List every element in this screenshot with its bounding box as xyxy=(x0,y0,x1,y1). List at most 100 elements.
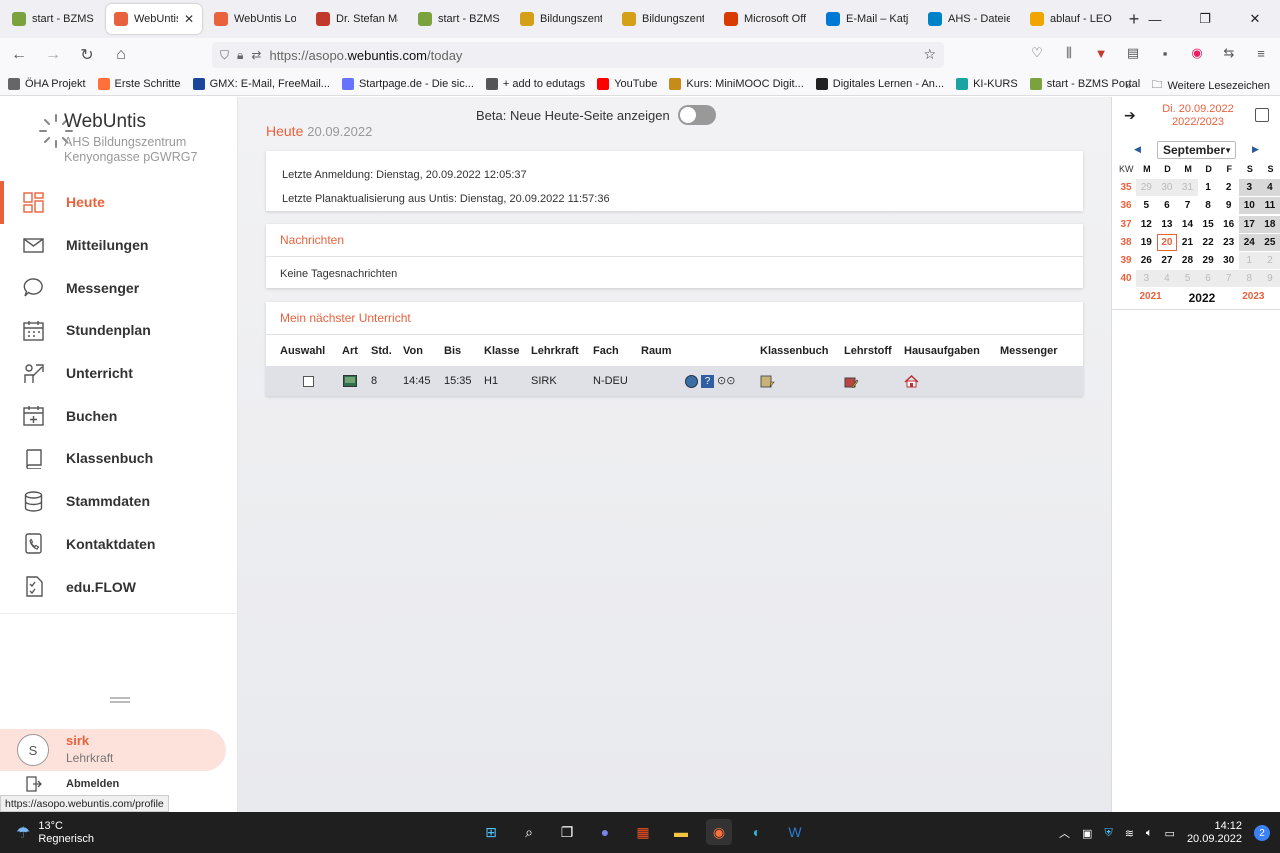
year-prev[interactable]: 2021 xyxy=(1139,291,1161,305)
help-icon[interactable]: ? xyxy=(701,374,714,388)
sidebar-item-stundenplan[interactable]: Stundenplan xyxy=(0,309,238,352)
bookmark-item[interactable]: ÖHA Projekt xyxy=(8,77,86,90)
calendar-day[interactable]: 6 xyxy=(1197,270,1219,288)
calendar-day[interactable]: 2 xyxy=(1259,252,1280,270)
shield-icon[interactable]: ⛉ xyxy=(220,48,229,63)
calendar-day[interactable]: 29 xyxy=(1198,252,1219,269)
maximize-icon[interactable]: ❐ xyxy=(1180,0,1230,38)
logout-button[interactable]: Abmelden xyxy=(24,775,119,793)
lock-icon[interactable]: 🔒︎ xyxy=(237,48,243,63)
store-icon[interactable]: ▦ xyxy=(630,819,656,845)
menu-icon[interactable]: ≡ xyxy=(1252,44,1270,62)
other-bookmarks[interactable]: 🗀 Weitere Lesezeichen xyxy=(1151,76,1270,95)
sidebar-item-edu-flow[interactable]: edu.FLOW xyxy=(0,565,238,608)
sidebar-item-messenger[interactable]: Messenger xyxy=(0,266,238,309)
task-view-icon[interactable]: ❐ xyxy=(554,819,580,845)
prev-month-icon[interactable]: ◀ xyxy=(1134,144,1141,155)
close-tab-icon[interactable]: ✕ xyxy=(184,12,194,26)
word-icon[interactable]: W xyxy=(782,819,808,845)
sidebar-item-klassenbuch[interactable]: Klassenbuch xyxy=(0,437,238,480)
calendar-day[interactable]: 21 xyxy=(1177,234,1198,251)
calendar-day[interactable]: 4 xyxy=(1156,270,1178,288)
clock[interactable]: 14:12 20.09.2022 xyxy=(1187,820,1242,846)
browser-tab[interactable]: ablauf - LEO. xyxy=(1022,4,1120,34)
notification-badge[interactable]: 2 xyxy=(1254,825,1270,841)
permissions-icon[interactable]: ⇄ xyxy=(251,48,261,62)
close-window-icon[interactable]: ✕ xyxy=(1230,0,1280,38)
selected-date[interactable]: Di. 20.09.2022 2022/2023 xyxy=(1158,103,1238,129)
browser-tab[interactable]: WebUntis Log xyxy=(206,4,304,34)
search-icon[interactable]: ⌕ xyxy=(516,819,542,845)
calendar-day[interactable]: 7 xyxy=(1177,197,1198,214)
lesson-class[interactable]: H1 xyxy=(484,366,498,396)
sidebar-item-heute[interactable]: Heute xyxy=(0,181,238,224)
calendar-day[interactable]: 13 xyxy=(1157,216,1178,233)
calendar-day[interactable]: 15 xyxy=(1198,216,1219,233)
calendar-day[interactable]: 22 xyxy=(1198,234,1219,251)
logo[interactable]: WebUntis AHS Bildungszentrum Kenyongasse… xyxy=(38,111,238,171)
year-current[interactable]: 2022 xyxy=(1189,291,1216,305)
browser-tab[interactable]: Microsoft Offi xyxy=(716,4,814,34)
homework-icon[interactable] xyxy=(904,366,919,396)
calendar-day[interactable]: 1 xyxy=(1198,179,1219,196)
sidebar-item-stammdaten[interactable]: Stammdaten xyxy=(0,480,238,523)
url-bar[interactable]: ⛉ 🔒︎ ⇄ https://asopo.webuntis.com/today … xyxy=(212,42,944,68)
drag-handle-icon[interactable] xyxy=(110,697,130,703)
binoculars-icon[interactable]: ⊙⊙ xyxy=(717,375,735,388)
display-icon[interactable]: ▣ xyxy=(1082,827,1092,840)
battery-icon[interactable]: ▭ xyxy=(1165,827,1175,840)
home-icon[interactable]: ⌂ xyxy=(106,40,136,70)
calendar-day[interactable]: 8 xyxy=(1198,197,1219,214)
calendar-day[interactable]: 3 xyxy=(1136,270,1157,288)
calendar-icon[interactable] xyxy=(1255,108,1269,122)
select-checkbox[interactable] xyxy=(303,375,314,387)
extension-icon[interactable]: ▼ xyxy=(1092,44,1110,62)
calendar-day[interactable]: 14 xyxy=(1177,216,1198,233)
chevron-up-icon[interactable]: ︿ xyxy=(1059,825,1070,841)
calendar-day[interactable]: 11 xyxy=(1259,197,1280,215)
profile-icon[interactable]: ◉ xyxy=(1188,44,1206,62)
browser-tab[interactable]: AHS - Dateien xyxy=(920,4,1018,34)
teams-chat-icon[interactable]: ● xyxy=(592,819,618,845)
browser-tab[interactable]: Dr. Stefan Ma xyxy=(308,4,406,34)
reader-icon[interactable]: ▤ xyxy=(1124,44,1142,62)
week-number[interactable]: 39 xyxy=(1116,252,1136,269)
lesson-topic-icon[interactable] xyxy=(844,366,859,396)
browser-tab[interactable]: WebUntis ✕ xyxy=(106,4,202,34)
file-explorer-icon[interactable]: ▬ xyxy=(668,819,694,845)
edge-icon[interactable]: ◐ xyxy=(744,819,770,845)
calendar-day[interactable]: 12 xyxy=(1136,216,1157,233)
bookmark-item[interactable]: Startpage.de - Die sic... xyxy=(341,77,474,90)
calendar-day[interactable]: 25 xyxy=(1259,233,1280,251)
bookmark-star-icon[interactable]: ☆ xyxy=(923,46,936,63)
bookmark-item[interactable]: YouTube xyxy=(597,77,657,90)
calendar-day[interactable]: 7 xyxy=(1218,270,1239,288)
bookmark-item[interactable]: start - BZMS Portal xyxy=(1029,77,1140,90)
bookmark-item[interactable]: + add to edutags xyxy=(485,77,585,90)
browser-tab[interactable]: start - BZMS P xyxy=(410,4,508,34)
calendar-day[interactable]: 9 xyxy=(1259,270,1280,288)
calendar-day[interactable]: 29 xyxy=(1136,178,1157,196)
security-icon[interactable]: ⛨ xyxy=(1104,827,1112,840)
user-profile[interactable]: S sirk Lehrkraft xyxy=(0,729,226,771)
calendar-day[interactable]: 17 xyxy=(1238,215,1260,233)
sidebar-item-kontaktdaten[interactable]: Kontaktdaten xyxy=(0,523,238,566)
browser-tab[interactable]: start - BZMS P xyxy=(4,4,102,34)
lesson-type-icon[interactable] xyxy=(343,366,357,396)
calendar-day[interactable]: 31 xyxy=(1177,178,1198,196)
browser-tab[interactable]: Bildungszentr xyxy=(512,4,610,34)
reload-icon[interactable]: ↻ xyxy=(72,40,102,70)
library-icon[interactable]: ⫼ xyxy=(1060,44,1078,62)
extension-dots-icon[interactable]: ▪ xyxy=(1156,44,1174,62)
extensions-icon[interactable]: ⇆ xyxy=(1220,44,1238,62)
calendar-day[interactable]: 27 xyxy=(1157,252,1178,269)
windows-start-icon[interactable]: ⊞ xyxy=(478,819,504,845)
classbook-icon[interactable] xyxy=(760,366,775,396)
sidebar-item-mitteilungen[interactable]: Mitteilungen xyxy=(0,224,238,267)
volume-icon[interactable]: 🔈︎ xyxy=(1146,827,1153,840)
week-number[interactable]: 35 xyxy=(1116,179,1136,196)
calendar-day[interactable]: 19 xyxy=(1136,234,1157,251)
bookmark-item[interactable]: GMX: E-Mail, FreeMail... xyxy=(192,77,330,90)
back-icon[interactable]: ← xyxy=(4,40,34,70)
week-number[interactable]: 38 xyxy=(1116,234,1136,251)
